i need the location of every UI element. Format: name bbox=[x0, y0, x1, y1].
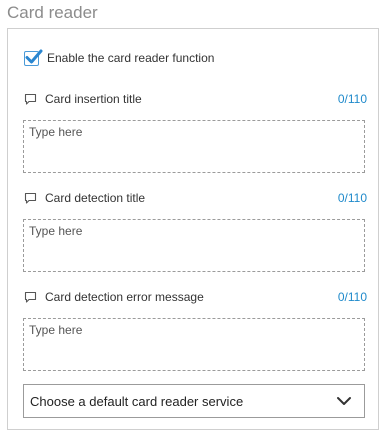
comment-icon bbox=[24, 192, 37, 204]
chevron-down-icon bbox=[337, 397, 351, 405]
card-detection-title-label: Card detection title bbox=[45, 191, 146, 205]
card-reader-panel: Enable the card reader function Card ins… bbox=[7, 28, 379, 430]
card-detection-error-message-input[interactable] bbox=[23, 318, 365, 371]
comment-icon bbox=[24, 291, 37, 303]
card-insertion-title-input[interactable] bbox=[23, 120, 365, 173]
default-card-reader-service-select[interactable]: Choose a default card reader service bbox=[23, 384, 365, 418]
enable-card-reader-row[interactable]: Enable the card reader function bbox=[24, 48, 214, 68]
select-value: Choose a default card reader service bbox=[30, 393, 244, 409]
field-header-card-detection-title: Card detection title 0/110 bbox=[24, 190, 367, 206]
field-header-card-detection-error-message: Card detection error message 0/110 bbox=[24, 289, 367, 305]
card-detection-error-message-counter: 0/110 bbox=[337, 290, 367, 304]
enable-card-reader-label[interactable]: Enable the card reader function bbox=[47, 51, 214, 65]
field-header-card-insertion-title: Card insertion title 0/110 bbox=[24, 91, 367, 107]
section-title: Card reader bbox=[7, 3, 98, 22]
card-detection-title-input[interactable] bbox=[23, 219, 365, 272]
card-detection-error-message-label: Card detection error message bbox=[45, 290, 204, 304]
card-detection-title-counter: 0/110 bbox=[337, 191, 367, 205]
card-insertion-title-label: Card insertion title bbox=[45, 92, 142, 106]
comment-icon bbox=[24, 93, 37, 105]
card-insertion-title-counter: 0/110 bbox=[337, 92, 367, 106]
checkmark-icon bbox=[25, 49, 43, 63]
enable-card-reader-checkbox[interactable] bbox=[24, 49, 43, 66]
